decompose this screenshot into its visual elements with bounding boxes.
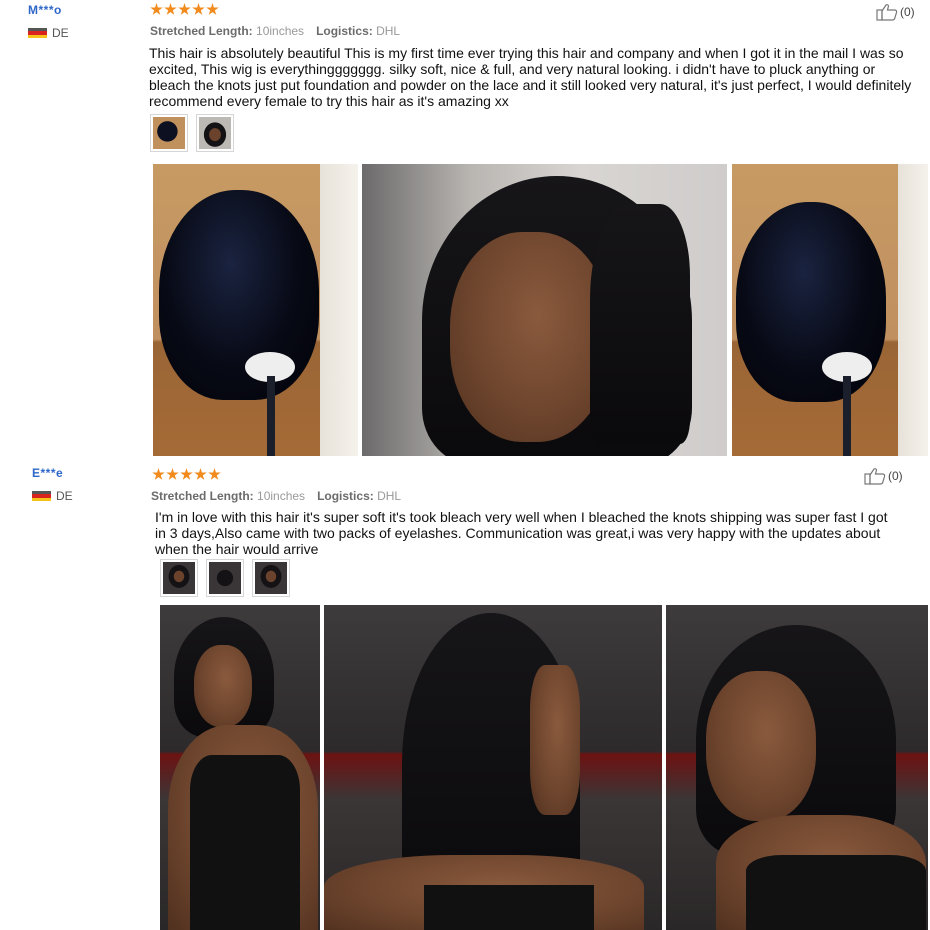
review-meta: Stretched Length: 10inches Logistics: DH… [150,24,400,38]
review-photo-gallery [160,605,928,930]
review-image-thumbnail[interactable] [160,559,198,597]
stretched-length-label: Stretched Length: [151,489,254,503]
review-thumbnails [160,559,290,597]
reviewer-info: M***o DE [28,3,69,40]
review-photo[interactable] [732,164,928,456]
logistics-value: DHL [377,489,402,503]
reviewer-info: E***e DE [32,466,73,503]
review-item: E***e DE Stretched Length: 10inches Logi… [0,462,930,930]
star-icon [194,468,207,480]
country-code: DE [56,489,73,503]
star-icon [192,3,205,15]
reviewer-name[interactable]: M***o [28,3,69,17]
reviewer-country: DE [28,26,69,40]
thumbs-up-icon[interactable] [876,3,898,21]
stretched-length-value: 10inches [257,489,306,503]
review-image-thumbnail[interactable] [252,559,290,597]
stretched-length-label: Stretched Length: [150,24,253,38]
helpful-count: (0) [888,469,903,483]
logistics-value: DHL [376,24,401,38]
star-icon [206,3,219,15]
star-icon [208,468,221,480]
rating-stars [150,3,219,16]
review-image-thumbnail[interactable] [206,559,244,597]
review-image-thumbnail[interactable] [196,114,234,152]
review-photo-gallery [153,164,928,456]
review-image-thumbnail[interactable] [150,114,188,152]
star-icon [180,468,193,480]
germany-flag-icon [28,27,47,39]
logistics-label: Logistics: [316,24,373,38]
review-meta: Stretched Length: 10inches Logistics: DH… [151,489,401,503]
reviewer-name[interactable]: E***e [32,466,73,480]
star-icon [178,3,191,15]
star-icon [166,468,179,480]
rating-stars [152,468,221,481]
star-icon [150,3,163,15]
helpful-button[interactable]: (0) [876,3,915,21]
helpful-count: (0) [900,5,915,19]
review-photo[interactable] [153,164,358,456]
review-text: This hair is absolutely beautiful This i… [149,45,912,109]
country-code: DE [52,26,69,40]
germany-flag-icon [32,490,51,502]
logistics-label: Logistics: [317,489,374,503]
review-photo[interactable] [362,164,727,456]
helpful-button[interactable]: (0) [864,467,903,485]
review-photo[interactable] [160,605,320,930]
review-item: M***o DE Stretched Length: 10inches Logi… [0,0,930,460]
review-photo[interactable] [324,605,662,930]
review-thumbnails [150,114,234,152]
stretched-length-value: 10inches [256,24,305,38]
thumbs-up-icon[interactable] [864,467,886,485]
review-photo[interactable] [666,605,928,930]
star-icon [164,3,177,15]
reviewer-country: DE [32,489,73,503]
star-icon [152,468,165,480]
review-text: I'm in love with this hair it's super so… [155,509,888,557]
